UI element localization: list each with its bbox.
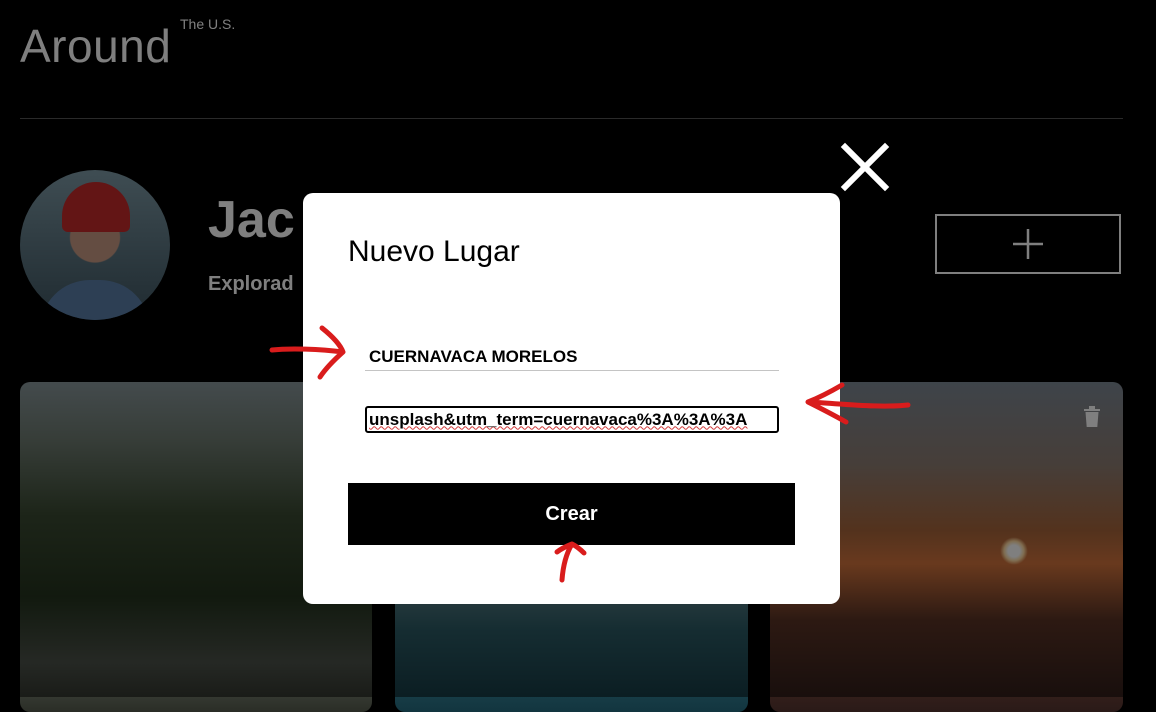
close-icon[interactable] [840,142,890,192]
create-button[interactable]: Crear [348,483,795,545]
place-name-input[interactable] [365,343,779,371]
image-url-input[interactable] [365,406,779,433]
modal-title: Nuevo Lugar [348,235,520,268]
new-place-modal: Nuevo Lugar Crear [303,193,840,604]
